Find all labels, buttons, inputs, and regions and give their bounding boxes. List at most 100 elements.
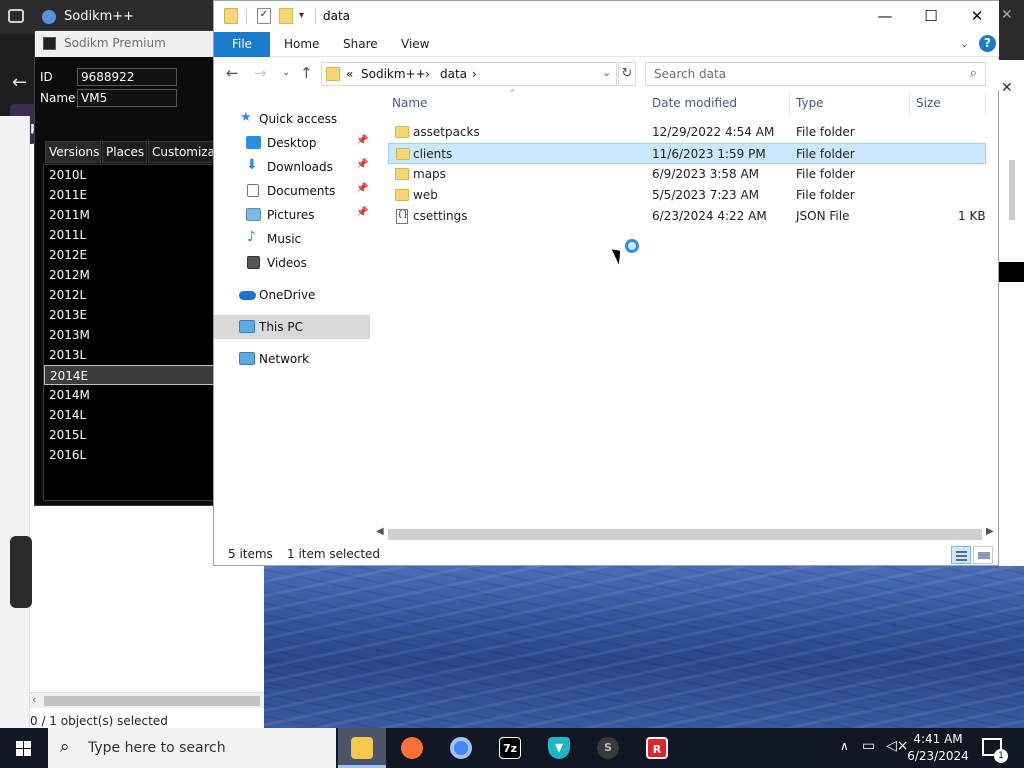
file-row-clients[interactable]: clients 11/6/2023 1:59 PM File folder — [388, 143, 986, 164]
tab-share[interactable]: Share — [343, 37, 378, 51]
nav-quick-access[interactable]: ★ Quick access — [214, 107, 370, 131]
maximize-button[interactable]: ☐ — [908, 1, 954, 32]
breadcrumb-overflow[interactable]: « — [346, 67, 353, 81]
breadcrumb-separator[interactable]: › — [425, 67, 430, 81]
scroll-left-icon[interactable]: ‹ — [32, 693, 36, 706]
tab-versions[interactable]: Versions — [45, 141, 101, 163]
version-item[interactable]: 2012L — [44, 285, 214, 305]
pin-icon[interactable]: 📌 — [356, 207, 368, 218]
premium-titlebar[interactable]: Sodikm Premium — [35, 31, 215, 57]
close-icon[interactable]: ✕ — [1001, 80, 1013, 96]
file-row-web[interactable]: web 5/5/2023 7:23 AM File folder — [388, 185, 986, 206]
breadcrumb-data[interactable]: data — [440, 67, 467, 81]
recent-locations-icon[interactable]: ⌄ — [282, 67, 290, 78]
version-item[interactable]: 2011E — [44, 185, 214, 205]
back-arrow-icon[interactable]: ← — [12, 72, 27, 93]
breadcrumb-separator[interactable]: › — [472, 67, 477, 81]
version-item[interactable]: 2013M — [44, 325, 214, 345]
id-field[interactable]: 9688922 — [77, 68, 177, 86]
network-status-icon[interactable]: ▭ — [862, 738, 875, 768]
address-bar[interactable]: « Sodikm++ › data › ⌄ — [321, 62, 617, 86]
minimize-button[interactable]: — — [862, 1, 908, 32]
tab-actions-icon[interactable] — [8, 9, 24, 23]
start-button[interactable] — [0, 728, 48, 768]
taskbar-vpn[interactable]: ▼ — [535, 728, 583, 768]
version-item[interactable]: 2012E — [44, 245, 214, 265]
nav-onedrive[interactable]: OneDrive — [214, 283, 370, 307]
close-icon[interactable]: ✕ — [1001, 7, 1013, 23]
scroll-right-icon[interactable]: ▶ — [986, 526, 994, 537]
column-name[interactable]: Name — [386, 93, 646, 115]
taskbar-7zip[interactable]: 7z — [486, 728, 534, 768]
nav-pictures[interactable]: Pictures 📌 — [214, 203, 370, 227]
versions-list[interactable]: 2010L 2011E 2011M 2011L 2012E 2012M 2012… — [43, 164, 215, 501]
column-size[interactable]: Size — [910, 93, 986, 115]
taskbar-firefox[interactable] — [388, 728, 436, 768]
desktop-wallpaper — [264, 566, 1024, 728]
new-folder-icon[interactable] — [279, 8, 293, 24]
version-item[interactable]: 2015L — [44, 425, 214, 445]
version-item[interactable]: 2011M — [44, 205, 214, 225]
column-type[interactable]: Type — [790, 93, 910, 115]
properties-icon[interactable]: ✓ — [257, 8, 271, 24]
version-item[interactable]: 2014M — [44, 385, 214, 405]
details-view-icon[interactable] — [951, 546, 971, 564]
version-item[interactable]: 2013L — [44, 345, 214, 365]
nav-documents[interactable]: Documents 📌 — [214, 179, 370, 203]
forward-icon[interactable]: → — [254, 64, 267, 82]
tab-customization[interactable]: Customizati — [148, 141, 215, 163]
file-row-assetpacks[interactable]: assetpacks 12/29/2022 4:54 AM File folde… — [388, 122, 986, 143]
nav-music[interactable]: ♪ Music — [214, 227, 370, 251]
scroll-thumb[interactable] — [388, 529, 982, 540]
large-icons-view-icon[interactable] — [973, 546, 993, 564]
pin-icon[interactable]: 📌 — [356, 183, 368, 194]
refresh-button[interactable]: ↻ — [618, 62, 636, 86]
pin-icon[interactable]: 📌 — [356, 159, 368, 170]
breadcrumb-sodikm[interactable]: Sodikm++ — [361, 67, 426, 81]
scroll-thumb[interactable] — [44, 696, 260, 706]
taskbar-roblox-studio[interactable]: R — [633, 728, 681, 768]
up-icon[interactable]: ↑ — [300, 64, 313, 82]
clock[interactable]: 4:41 AM 6/23/2024 — [904, 731, 972, 765]
version-item-selected[interactable]: 2014E — [44, 365, 214, 385]
version-item[interactable]: 2013E — [44, 305, 214, 325]
tab-places[interactable]: Places — [102, 141, 147, 163]
nav-videos[interactable]: Videos — [214, 251, 370, 275]
name-field[interactable]: VM5 — [77, 89, 177, 107]
taskbar-chrome[interactable] — [437, 728, 485, 768]
pin-icon[interactable]: 📌 — [356, 135, 368, 146]
file-row-maps[interactable]: maps 6/9/2023 3:58 AM File folder — [388, 164, 986, 185]
close-button[interactable]: ✕ — [954, 1, 1000, 32]
taskbar-search-input[interactable]: ⌕ Type here to search — [48, 728, 336, 768]
nav-network[interactable]: Network — [214, 347, 370, 371]
back-icon[interactable]: ← — [226, 64, 239, 82]
version-item[interactable]: 2011L — [44, 225, 214, 245]
tab-home[interactable]: Home — [284, 37, 319, 51]
show-hidden-icons-icon[interactable]: ∧ — [840, 739, 849, 768]
file-row-csettings[interactable]: {} csettings 6/23/2024 4:22 AM JSON File… — [388, 206, 986, 227]
explorer-titlebar[interactable]: ✓ ▾ data — ☐ ✕ — [214, 1, 1000, 32]
address-dropdown-icon[interactable]: ⌄ — [602, 66, 611, 79]
nav-desktop[interactable]: Desktop 📌 — [214, 131, 370, 155]
customize-toolbar-icon[interactable]: ▾ — [299, 10, 304, 21]
version-item[interactable]: 2014L — [44, 405, 214, 425]
nav-this-pc[interactable]: This PC — [214, 315, 370, 339]
version-item[interactable]: 2016L — [44, 445, 214, 465]
nav-downloads[interactable]: ⬇ Downloads 📌 — [214, 155, 370, 179]
version-item[interactable]: 2012M — [44, 265, 214, 285]
file-list-horizontal-scrollbar[interactable]: ◀ ▶ — [374, 525, 998, 542]
tab-file[interactable]: File — [214, 32, 270, 57]
tab-view[interactable]: View — [401, 37, 429, 51]
taskbar-sodikm[interactable]: S — [584, 728, 632, 768]
background-horizontal-scrollbar[interactable]: ‹ — [30, 692, 264, 708]
search-input[interactable]: Search data ⌕ — [645, 62, 986, 86]
scroll-thumb[interactable] — [1009, 160, 1015, 220]
notification-center-icon[interactable]: 1 — [982, 738, 1008, 763]
taskbar-file-explorer[interactable] — [338, 728, 386, 768]
sodikm-titlebar[interactable]: Sodikm++ — [34, 4, 214, 30]
version-item[interactable]: 2010L — [44, 165, 214, 185]
column-date-modified[interactable]: Date modified — [646, 93, 790, 115]
help-button[interactable]: ? — [979, 35, 996, 52]
scroll-left-icon[interactable]: ◀ — [376, 526, 384, 537]
expand-ribbon-icon[interactable]: ⌄ — [960, 37, 969, 50]
